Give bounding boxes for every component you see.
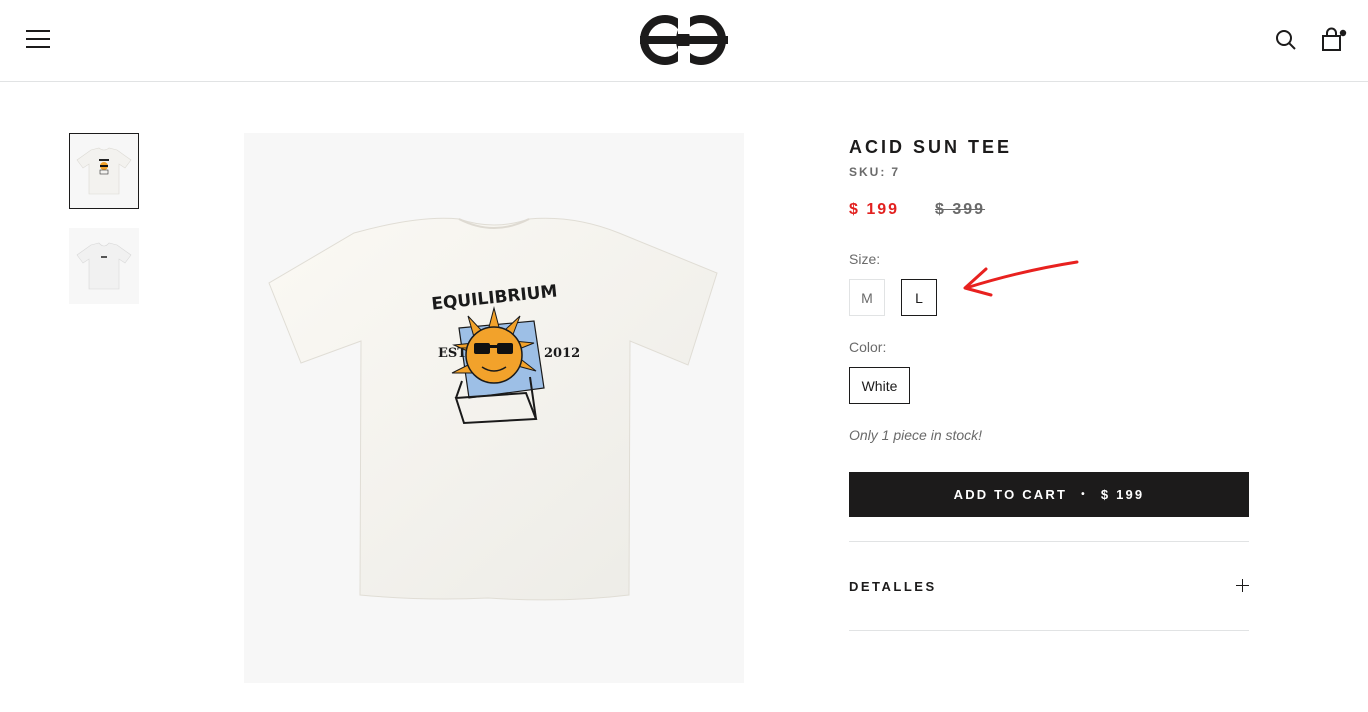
add-to-cart-button[interactable]: ADD TO CART • $ 199 [849,472,1249,517]
details-accordion[interactable]: DETALLES [849,541,1249,631]
shirt-graphic-year-text: 2012 [544,346,580,361]
stock-message: Only 1 piece in stock! [849,427,983,443]
size-option-m[interactable]: M [849,279,885,316]
hamburger-icon-line [26,30,50,32]
details-label: DETALLES [849,579,937,594]
tshirt-back-image: EQUILIBRIUM EST 2012 [268,217,718,601]
main-product-image[interactable]: EQUILIBRIUM EST 2012 [244,133,744,683]
sale-price: $ 199 [849,201,900,218]
size-option-l[interactable]: L [901,279,937,316]
product-title: ACID SUN TEE [849,137,1013,157]
search-icon[interactable] [1274,28,1298,52]
product-sku: SKU: 7 [849,165,900,179]
thumbnail-front[interactable] [69,228,139,304]
shirt-graphic-est-text: EST [438,346,467,361]
hamburger-menu-button[interactable] [26,30,50,48]
ee-logo[interactable] [640,14,728,66]
tshirt-back-thumbnail [76,147,132,195]
plus-icon [1236,579,1249,592]
sku-value: 7 [891,165,901,179]
shopping-bag-icon[interactable] [1320,26,1348,54]
sku-label: SKU: [849,165,887,179]
hamburger-icon-line [26,38,50,40]
color-option-white[interactable]: White [849,367,910,404]
thumbnail-back[interactable] [69,133,139,209]
compare-at-price: $ 399 [935,201,986,218]
add-to-cart-separator: • [1081,489,1087,500]
size-label: Size: [849,251,881,267]
hamburger-icon-line [26,46,50,48]
tshirt-front-thumbnail [76,242,132,290]
color-label: Color: [849,339,887,355]
add-to-cart-price: $ 199 [1100,487,1145,502]
annotation-arrow-icon [963,260,1079,297]
add-to-cart-label: ADD TO CART [953,487,1068,502]
site-header [0,0,1368,82]
